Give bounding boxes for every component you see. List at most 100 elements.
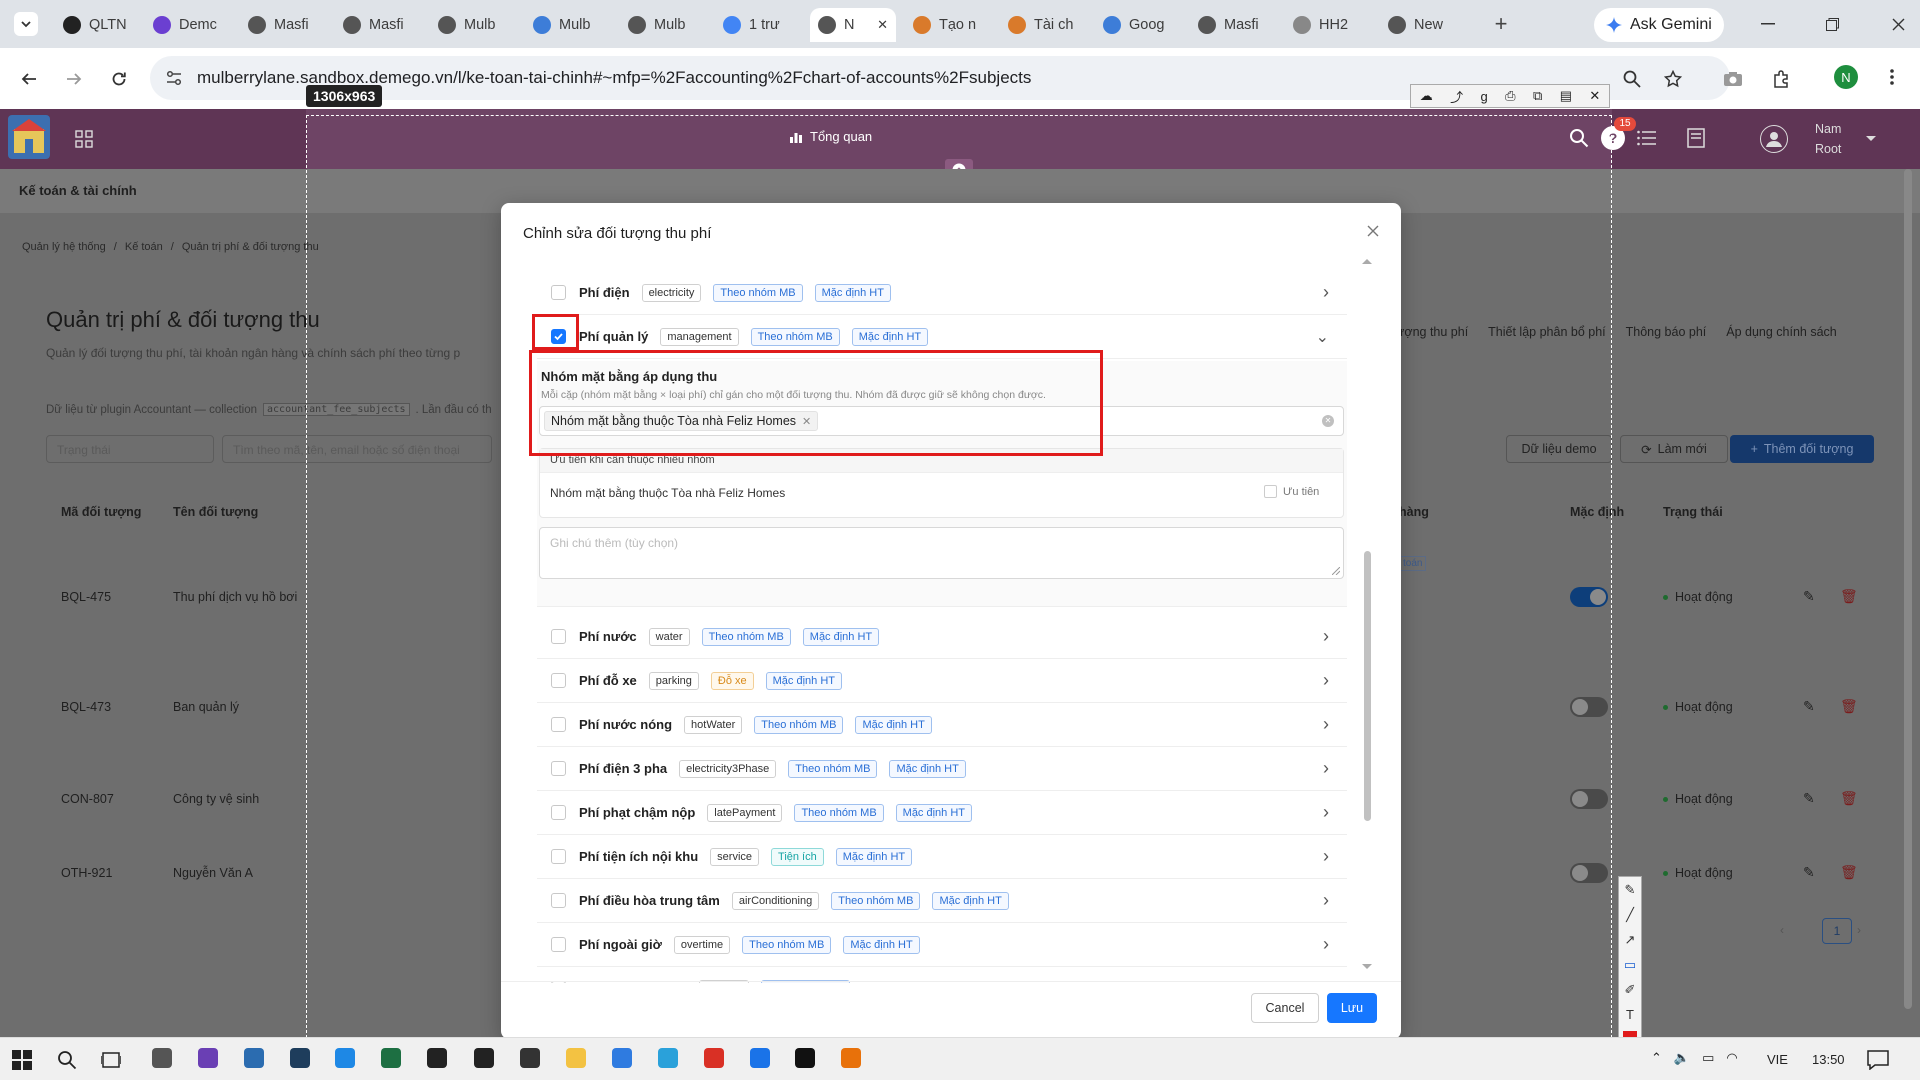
- fee-row[interactable]: Phí đỗ xe parking Đỗ xe Mặc định HT ›: [537, 659, 1347, 703]
- close-icon[interactable]: [1363, 221, 1383, 241]
- cancel-button[interactable]: Cancel: [1251, 993, 1319, 1023]
- delete-icon[interactable]: 🗑: [1840, 588, 1858, 605]
- chevron-right-icon[interactable]: ›: [1323, 670, 1329, 691]
- browser-tab[interactable]: New: [1380, 8, 1466, 42]
- copy-icon[interactable]: ⧉: [1533, 88, 1542, 104]
- fee-checkbox[interactable]: [551, 849, 566, 864]
- profile-avatar[interactable]: N: [1834, 65, 1858, 89]
- new-tab-button[interactable]: +: [1487, 10, 1515, 38]
- add-subject-button[interactable]: + Thêm đối tượng: [1730, 435, 1874, 463]
- share-icon[interactable]: ⤴: [1450, 87, 1463, 106]
- unity-icon[interactable]: [474, 1048, 494, 1068]
- chevron-right-icon[interactable]: ›: [1323, 714, 1329, 735]
- fee-row[interactable]: Phí tiện ích nội khu service Tiện ích Mặc đ…: [537, 835, 1347, 879]
- tray-chevron-icon[interactable]: ⌃: [1651, 1050, 1662, 1066]
- chevron-right-icon[interactable]: ›: [1323, 802, 1329, 823]
- demo-data-button[interactable]: Dữ liệu demo: [1506, 435, 1612, 463]
- tab-fee-notice[interactable]: Thông báo phí: [1626, 325, 1707, 339]
- fee-row[interactable]: Phí nước nóng hotWater Theo nhóm MB Mặc địn…: [537, 703, 1347, 747]
- browser-tab[interactable]: N ✕: [810, 8, 896, 42]
- browser-tab[interactable]: Mulb: [620, 8, 706, 42]
- clear-select-icon[interactable]: ✕: [1322, 415, 1334, 427]
- clock[interactable]: 13:50: [1812, 1052, 1845, 1067]
- browser-tab[interactable]: Masfi: [1190, 8, 1276, 42]
- modal-scrollbar[interactable]: [1361, 257, 1373, 977]
- datagrip-icon[interactable]: [427, 1048, 447, 1068]
- browser-tab[interactable]: Masfi: [335, 8, 421, 42]
- pen-icon[interactable]: ✎: [1625, 882, 1636, 898]
- chevron-right-icon[interactable]: ›: [1323, 890, 1329, 911]
- windows-start-icon[interactable]: [12, 1050, 32, 1070]
- delete-icon[interactable]: 🗑: [1840, 698, 1858, 715]
- refresh-button[interactable]: ⟳ Làm mới: [1620, 435, 1728, 463]
- pagination-current[interactable]: 1: [1822, 918, 1852, 944]
- browser-tab[interactable]: Masfi: [240, 8, 326, 42]
- arrow-icon[interactable]: ↗: [1625, 932, 1636, 948]
- notifications-icon[interactable]: [1867, 1050, 1889, 1070]
- rectangle-icon[interactable]: ▭: [1624, 957, 1636, 973]
- chevron-down-icon[interactable]: ⌄: [1316, 327, 1329, 347]
- user-menu-chevron-icon[interactable]: [1866, 135, 1876, 143]
- edit-icon[interactable]: ✎: [1803, 864, 1815, 881]
- user-name[interactable]: Nam Root: [1815, 119, 1841, 159]
- zoom-icon[interactable]: [1619, 66, 1645, 92]
- pagination-prev[interactable]: ‹: [1780, 923, 1784, 937]
- fee-checkbox[interactable]: [551, 805, 566, 820]
- delete-icon[interactable]: 🗑: [1840, 790, 1858, 807]
- modal-scroll-thumb[interactable]: [1364, 551, 1371, 821]
- task-list-icon[interactable]: [1636, 127, 1658, 149]
- default-toggle[interactable]: [1570, 697, 1608, 717]
- taskbar-search-icon[interactable]: [57, 1050, 77, 1070]
- browser-tab[interactable]: HH2: [1285, 8, 1371, 42]
- edit-icon[interactable]: ✎: [1803, 588, 1815, 605]
- browser-tab[interactable]: QLTN: [55, 8, 135, 42]
- fee-row[interactable]: Phí ngoài giờ overtime Theo nhóm MB Mặc địn…: [537, 923, 1347, 967]
- ask-gemini-button[interactable]: Ask Gemini: [1594, 8, 1724, 42]
- chevron-right-icon[interactable]: ›: [1323, 758, 1329, 779]
- bookmark-star-icon[interactable]: [1660, 66, 1686, 92]
- browser-tab[interactable]: Demc: [145, 8, 231, 42]
- status-filter[interactable]: Trạng thái: [46, 435, 214, 463]
- default-toggle[interactable]: [1570, 789, 1608, 809]
- breadcrumb-item[interactable]: Kế toán: [125, 241, 163, 253]
- page-scrollbar[interactable]: [1904, 169, 1912, 1009]
- camera-app-icon[interactable]: [152, 1048, 172, 1068]
- browser-tab[interactable]: Goog: [1095, 8, 1181, 42]
- priority-checkbox[interactable]: Ưu tiên: [1264, 485, 1319, 498]
- default-toggle[interactable]: [1570, 587, 1608, 607]
- app-logo[interactable]: [8, 115, 50, 159]
- vscode-icon[interactable]: [335, 1048, 355, 1068]
- chevron-right-icon[interactable]: ›: [1323, 282, 1329, 303]
- excel-icon[interactable]: [381, 1048, 401, 1068]
- battery-icon[interactable]: ▭: [1702, 1050, 1714, 1066]
- browser-tab[interactable]: Tạo n: [905, 8, 991, 42]
- fee-row[interactable]: Phí điện electricity Theo nhóm MB Mặc định …: [537, 271, 1347, 315]
- camera-icon[interactable]: [1720, 66, 1746, 92]
- document-icon[interactable]: [1685, 127, 1707, 149]
- search-icon[interactable]: [1568, 127, 1590, 149]
- save-button[interactable]: Lưu: [1327, 993, 1377, 1023]
- telegram-icon[interactable]: [658, 1048, 678, 1068]
- fee-row[interactable]: Phí điện 3 pha electricity3Phase Theo nhóm…: [537, 747, 1347, 791]
- fee-row[interactable]: Phí phạt chậm nộp latePayment Theo nhóm MB…: [537, 791, 1347, 835]
- overview-nav[interactable]: Tổng quan: [790, 129, 872, 144]
- edit-icon[interactable]: ✎: [1803, 698, 1815, 715]
- tab-apply-policy[interactable]: Áp dụng chính sách: [1726, 325, 1837, 339]
- terminal-dark-icon[interactable]: [795, 1048, 815, 1068]
- wifi-icon[interactable]: ◠: [1726, 1050, 1737, 1066]
- browser-tab[interactable]: 1 trư: [715, 8, 801, 42]
- note-textarea[interactable]: Ghi chú thêm (tùy chọn): [539, 527, 1344, 579]
- print-icon[interactable]: ⎙: [1505, 88, 1515, 104]
- language-indicator[interactable]: VIE: [1767, 1052, 1788, 1067]
- close-tab-icon[interactable]: ✕: [877, 17, 888, 33]
- user-avatar[interactable]: [1760, 125, 1788, 153]
- pycharm-icon[interactable]: [244, 1048, 264, 1068]
- priority-checkbox-box[interactable]: [1264, 485, 1277, 498]
- chevron-right-icon[interactable]: ›: [1323, 846, 1329, 867]
- browser-tab[interactable]: Tài ch: [1000, 8, 1086, 42]
- forward-button[interactable]: [61, 66, 87, 92]
- browser-menu-icon[interactable]: [1880, 65, 1904, 89]
- browser-tab[interactable]: Mulb: [430, 8, 516, 42]
- minimize-button[interactable]: [1756, 12, 1780, 36]
- default-toggle[interactable]: [1570, 863, 1608, 883]
